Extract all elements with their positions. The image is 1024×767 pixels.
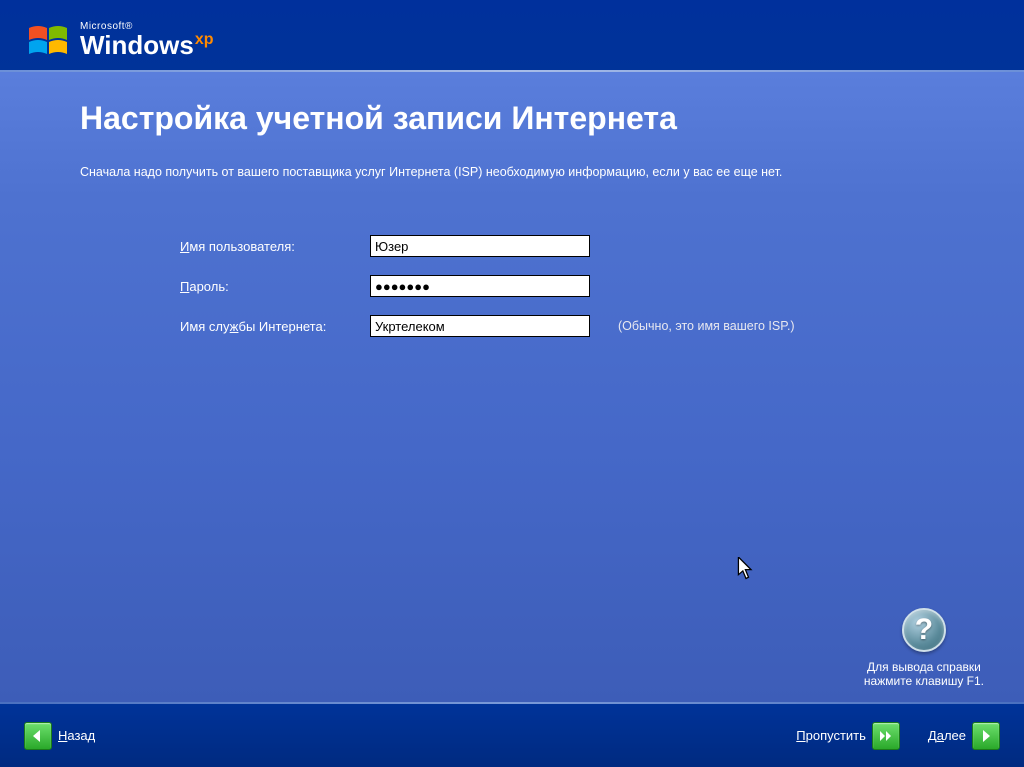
skip-button[interactable]: Пропустить	[790, 722, 900, 750]
windows-logo-text: Microsoft® Windowsxp	[80, 21, 214, 61]
form-area: Имя пользователя: Пароль: Имя службы Инт…	[180, 235, 944, 337]
main-panel: Настройка учетной записи Интернета Снача…	[0, 72, 1024, 702]
help-text-line2: нажмите клавишу F1.	[864, 674, 984, 688]
username-input[interactable]	[370, 235, 590, 257]
isp-row: Имя службы Интернета: (Обычно, это имя в…	[180, 315, 944, 337]
fast-forward-icon	[872, 722, 900, 750]
header-bar: Microsoft® Windowsxp	[0, 0, 1024, 70]
help-icon[interactable]: ?	[902, 608, 946, 652]
username-row: Имя пользователя:	[180, 235, 944, 257]
footer-bar: Назад Пропустить Далее	[0, 704, 1024, 767]
isp-hint: (Обычно, это имя вашего ISP.)	[618, 319, 795, 333]
mouse-cursor-icon	[737, 557, 755, 586]
isp-label: Имя службы Интернета:	[180, 319, 370, 334]
next-button[interactable]: Далее	[922, 722, 1000, 750]
windows-flag-icon	[28, 22, 70, 60]
arrow-left-icon	[24, 722, 52, 750]
back-button[interactable]: Назад	[24, 722, 101, 750]
page-subtitle: Сначала надо получить от вашего поставщи…	[80, 165, 944, 179]
password-row: Пароль:	[180, 275, 944, 297]
username-label: Имя пользователя:	[180, 239, 370, 254]
windows-label: Windowsxp	[80, 30, 214, 61]
page-title: Настройка учетной записи Интернета	[80, 100, 944, 137]
arrow-right-icon	[972, 722, 1000, 750]
help-area: ? Для вывода справки нажмите клавишу F1.	[864, 608, 984, 688]
password-label: Пароль:	[180, 279, 370, 294]
isp-input[interactable]	[370, 315, 590, 337]
help-text-line1: Для вывода справки	[864, 660, 984, 674]
password-input[interactable]	[370, 275, 590, 297]
